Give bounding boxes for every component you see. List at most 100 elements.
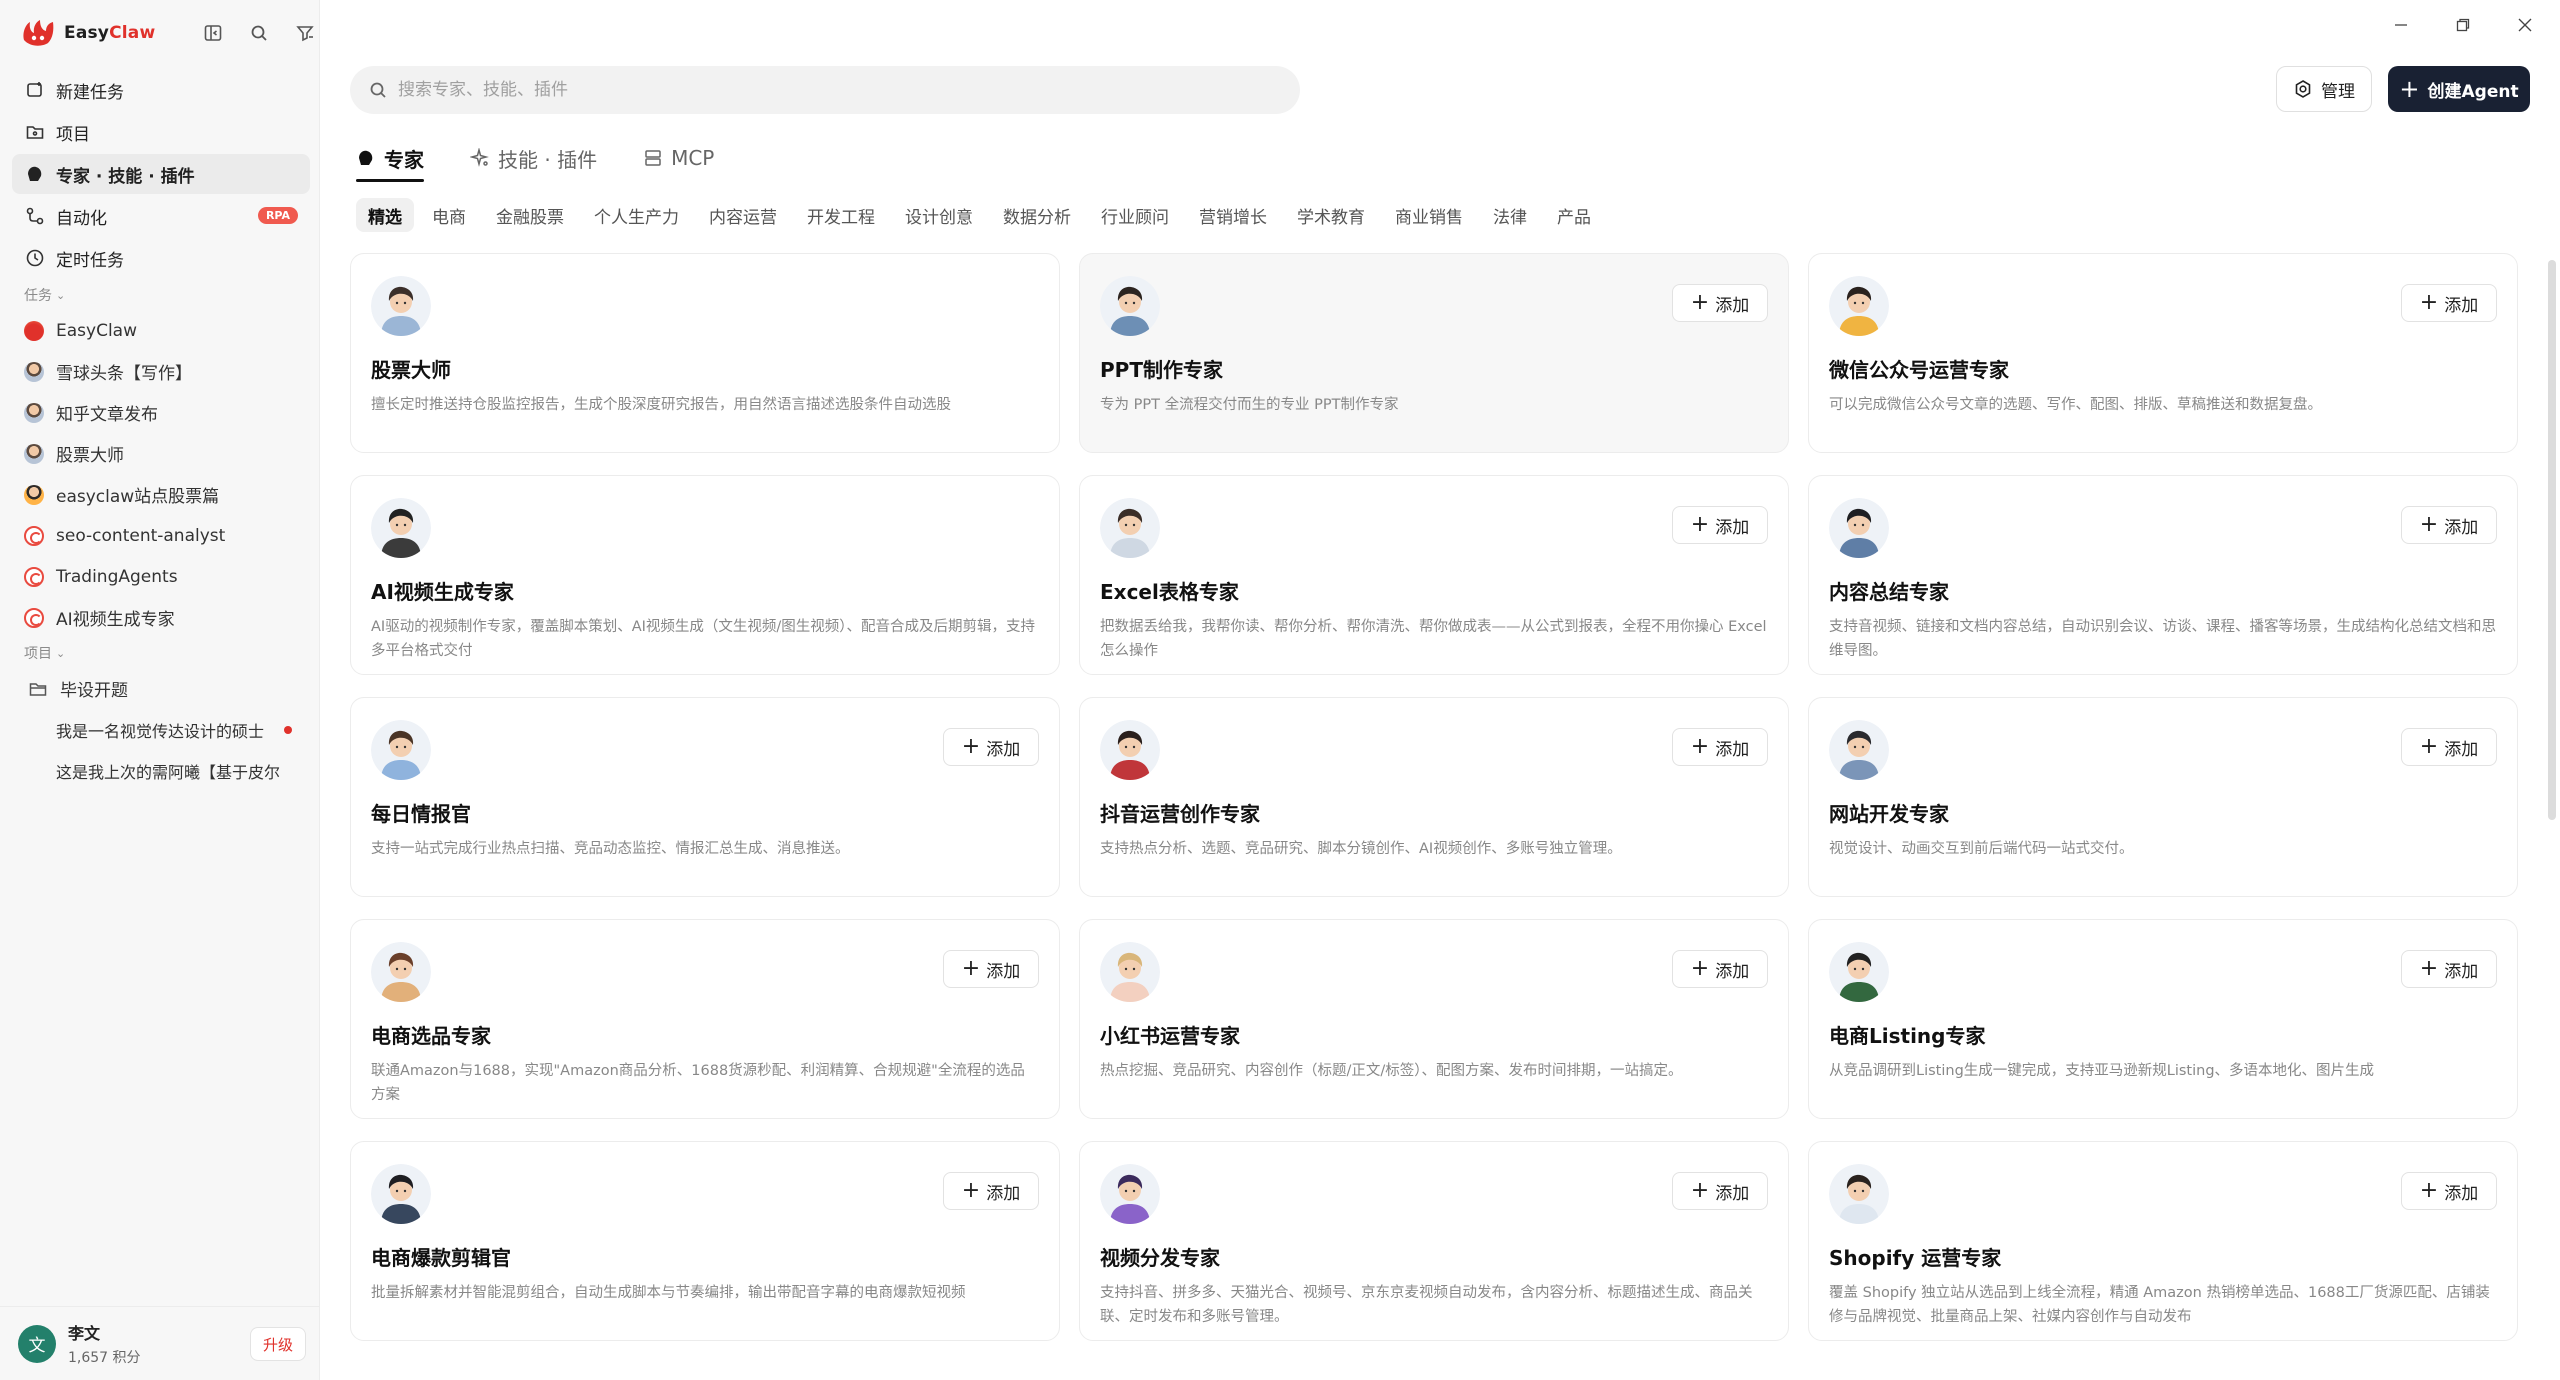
filter-icon[interactable] [292,20,318,46]
add-expert-button[interactable]: + 添加 [1672,284,1768,322]
search-icon[interactable] [246,20,272,46]
add-expert-button[interactable]: + 添加 [2401,1172,2497,1210]
task-item[interactable]: seo-content-analyst [12,515,310,556]
tasks-section-toggle[interactable]: 任务 ⌄ [12,280,310,310]
app-name-claw: Claw [109,23,156,43]
nav-label: 定时任务 [56,250,124,271]
expert-card[interactable]: 电商Listing专家 从竞品调研到Listing生成一键完成，支持亚马逊新规Li… [1808,919,2518,1119]
plus-icon: + [2419,512,2439,537]
expert-card[interactable]: AI视频生成专家 AI驱动的视频制作专家，覆盖脚本策划、AI视频生成（文生视频/图… [350,475,1060,675]
manage-button[interactable]: 管理 [2276,66,2372,112]
expert-card[interactable]: 电商爆款剪辑官 批量拆解素材并智能混剪组合，自动生成脚本与节奏编排，输出带配音字幕… [350,1141,1060,1341]
category-chip[interactable]: 精选 [356,198,414,232]
add-expert-button[interactable]: + 添加 [1672,1172,1768,1210]
add-expert-button[interactable]: + 添加 [1672,506,1768,544]
project-item[interactable]: 我是一名视觉传达设计的硕士 [12,709,302,750]
add-expert-button[interactable]: + 添加 [2401,728,2497,766]
category-chip[interactable]: 数据分析 [991,198,1083,232]
sidebar-toggle-icon[interactable] [200,20,226,46]
expert-card[interactable]: Shopify 运营专家 覆盖 Shopify 独立站从选品到上线全流程，精通 A… [1808,1141,2518,1341]
expert-card[interactable]: 每日情报官 支持一站式完成行业热点扫描、竞品动态监控、情报汇总生成、消息推送。 + 添… [350,697,1060,897]
upgrade-button[interactable]: 升级 [250,1327,306,1361]
expert-avatar [1829,498,1889,558]
sparkle-icon [469,147,490,168]
easyclaw-avatar-icon [24,320,44,341]
expert-card[interactable]: 电商选品专家 联通Amazon与1688，实现"Amazon商品分析、1688货源… [350,919,1060,1119]
add-label: 添加 [2444,1183,2479,1204]
category-chip[interactable]: 行业顾问 [1089,198,1181,232]
expert-card[interactable]: Excel表格专家 把数据丢给我，我帮你读、帮你分析、帮你清洗、帮你做成表——从公… [1079,475,1789,675]
expert-card[interactable]: 微信公众号运营专家 可以完成微信公众号文章的选题、写作、配图、排版、草稿推送和数据… [1808,253,2518,453]
restore-icon[interactable] [2446,10,2480,40]
task-label: AI视频生成专家 [56,610,175,630]
manage-label: 管理 [2321,81,2355,102]
add-expert-button[interactable]: + 添加 [943,728,1039,766]
close-icon[interactable] [2508,10,2542,40]
task-item[interactable]: easyclaw站点股票篇 [12,474,310,515]
category-chip[interactable]: 内容运营 [697,198,789,232]
expert-card[interactable]: 股票大师 擅长定时推送持仓股监控报告，生成个股深度研究报告，用自然语言描述选股条件… [350,253,1060,453]
category-chip[interactable]: 法律 [1481,198,1539,232]
add-expert-button[interactable]: + 添加 [943,950,1039,988]
create-agent-button[interactable]: + 创建Agent [2388,66,2530,112]
category-chip[interactable]: 设计创意 [893,198,985,232]
expert-avatar [1100,720,1160,780]
task-item[interactable]: AI视频生成专家 [12,597,310,638]
plus-icon: + [2419,290,2439,315]
avatar[interactable]: 文 [18,1324,56,1363]
category-chip[interactable]: 营销增长 [1187,198,1279,232]
nav-experts-skills-plugins[interactable]: 专家 · 技能 · 插件 [12,154,310,194]
app-name-easy: Easy [64,23,110,43]
category-chip[interactable]: 学术教育 [1285,198,1377,232]
expert-card[interactable]: 视频分发专家 支持抖音、拼多多、天猫光合、视频号、京东京麦视频自动发布，含内容分析… [1079,1141,1789,1341]
add-label: 添加 [1715,295,1750,316]
tab-label: 专家 [384,147,424,172]
nav-automation[interactable]: 自动化 RPA [12,196,310,236]
project-item[interactable]: 这是我上次的需阿曦【基于皮尔 [12,750,302,791]
add-expert-button[interactable]: + 添加 [2401,506,2497,544]
nav-scheduled-tasks[interactable]: 定时任务 [12,238,310,278]
plus-icon: + [1690,734,1710,759]
category-chip[interactable]: 个人生产力 [582,198,691,232]
expert-card[interactable]: 网站开发专家 视觉设计、动画交互到前后端代码一站式交付。 + 添加 [1808,697,2518,897]
category-chip[interactable]: 开发工程 [795,198,887,232]
expert-description: 支持抖音、拼多多、天猫光合、视频号、京东京麦视频自动发布，含内容分析、标题描述生… [1100,1285,1753,1325]
category-chip[interactable]: 金融股票 [484,198,576,232]
expert-avatar [1100,942,1160,1002]
projects-section-toggle[interactable]: 项目 ⌄ [12,638,310,668]
add-label: 添加 [1715,1183,1750,1204]
nav-new-task[interactable]: 新建任务 [12,70,310,110]
add-expert-button[interactable]: + 添加 [2401,284,2497,322]
tab-experts[interactable]: 专家 [356,140,424,182]
category-chip[interactable]: 商业销售 [1383,198,1475,232]
task-item[interactable]: EasyClaw [12,310,310,351]
app-name: EasyClaw [64,23,155,43]
sidebar-nav: 新建任务 项目 专家 · 技能 · 插件 自动化 RPA 定时任务 任务 ⌄ Ea… [12,70,310,791]
user-points: 1,657 积分 [68,1350,141,1366]
expert-card[interactable]: 抖音运营创作专家 支持热点分析、选题、竞品研究、脚本分镜创作、AI视频创作、多账号… [1079,697,1789,897]
add-expert-button[interactable]: + 添加 [2401,950,2497,988]
minimize-icon[interactable] [2384,10,2418,40]
add-expert-button[interactable]: + 添加 [1672,950,1768,988]
add-expert-button[interactable]: + 添加 [1672,728,1768,766]
nav-label: 自动化 [56,208,107,229]
scrollbar[interactable] [2548,260,2556,820]
add-expert-button[interactable]: + 添加 [943,1172,1039,1210]
task-item[interactable]: 股票大师 [12,433,310,474]
expert-avatar [371,498,431,558]
task-item[interactable]: 知乎文章发布 [12,392,310,433]
expert-card[interactable]: 内容总结专家 支持音视频、链接和文档内容总结，自动识别会议、访谈、课程、播客等场景… [1808,475,2518,675]
category-chip[interactable]: 产品 [1545,198,1603,232]
task-item[interactable]: TradingAgents [12,556,310,597]
task-item[interactable]: 雪球头条【写作】 [12,351,310,392]
expert-card[interactable]: 小红书运营专家 热点挖掘、竞品研究、内容创作（标题/正文/标签）、配图方案、发布时… [1079,919,1789,1119]
project-folder[interactable]: 毕设开题 [12,668,310,709]
expert-card[interactable]: PPT制作专家 专为 PPT 全流程交付而生的专业 PPT制作专家 + 添加 [1079,253,1789,453]
nav-projects[interactable]: 项目 [12,112,310,152]
tab-mcp[interactable]: MCP [643,140,714,176]
tab-skills-plugins[interactable]: 技能 · 插件 [469,140,597,176]
category-chip[interactable]: 电商 [420,198,478,232]
expert-title: 电商爆款剪辑官 [371,1246,511,1270]
expert-description: 可以完成微信公众号文章的选题、写作、配图、排版、草稿推送和数据复盘。 [1829,397,2322,413]
search-input[interactable] [398,80,1248,100]
